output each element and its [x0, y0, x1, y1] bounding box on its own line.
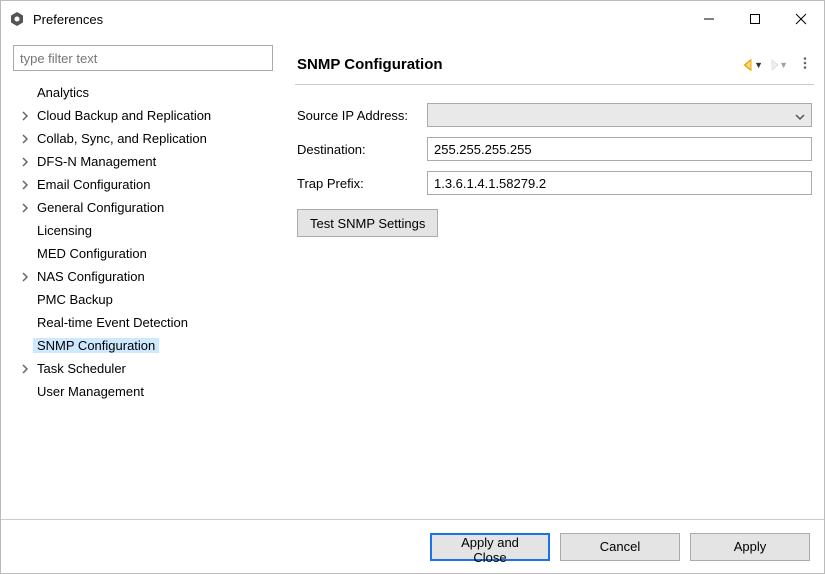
tree-item-label: DFS-N Management — [33, 154, 160, 169]
tree-item-label: MED Configuration — [33, 246, 151, 261]
tree-item-label: Real-time Event Detection — [33, 315, 192, 330]
titlebar: Preferences — [1, 1, 824, 37]
nav-back-button[interactable]: ▼ — [742, 58, 763, 72]
window-title: Preferences — [33, 12, 686, 27]
tree-item-label: Task Scheduler — [33, 361, 130, 376]
filter-input[interactable] — [13, 45, 273, 71]
destination-row: Destination: — [297, 137, 812, 161]
tree-item-label: Collab, Sync, and Replication — [33, 131, 211, 146]
tree-item[interactable]: User Management — [13, 380, 285, 403]
preferences-window: Preferences Analytics Cloud Backup and Re… — [0, 0, 825, 574]
tree-item[interactable]: MED Configuration — [13, 242, 285, 265]
tree-item[interactable]: Collab, Sync, and Replication — [13, 127, 285, 150]
minimize-button[interactable] — [686, 1, 732, 37]
test-snmp-button[interactable]: Test SNMP Settings — [297, 209, 438, 237]
trap-prefix-label: Trap Prefix: — [297, 176, 427, 191]
tree-item[interactable]: Licensing — [13, 219, 285, 242]
chevron-right-icon[interactable] — [17, 361, 33, 377]
chevron-right-icon[interactable] — [17, 269, 33, 285]
source-ip-row: Source IP Address: — [297, 103, 812, 127]
tree-item-label: PMC Backup — [33, 292, 117, 307]
chevron-right-icon[interactable] — [17, 108, 33, 124]
source-ip-label: Source IP Address: — [297, 108, 427, 123]
source-ip-select[interactable] — [427, 103, 812, 127]
dropdown-caret-icon: ▼ — [779, 60, 788, 70]
tree-item[interactable]: DFS-N Management — [13, 150, 285, 173]
tree-item-label: NAS Configuration — [33, 269, 149, 284]
window-controls — [686, 1, 824, 37]
chevron-right-icon[interactable] — [17, 177, 33, 193]
apply-button[interactable]: Apply — [690, 533, 810, 561]
tree-item-label: Licensing — [33, 223, 96, 238]
destination-label: Destination: — [297, 142, 427, 157]
preferences-tree: Analytics Cloud Backup and Replication Col… — [9, 81, 285, 403]
apply-and-close-button[interactable]: Apply and Close — [430, 533, 550, 561]
tree-item[interactable]: Analytics — [13, 81, 285, 104]
tree-item[interactable]: Task Scheduler — [13, 357, 285, 380]
tree-item-label: General Configuration — [33, 200, 168, 215]
app-icon — [9, 11, 25, 27]
maximize-button[interactable] — [732, 1, 778, 37]
tree-item[interactable]: Real-time Event Detection — [13, 311, 285, 334]
tree-item-label: SNMP Configuration — [33, 338, 159, 353]
main-panel: SNMP Configuration ▼ ▼ — [285, 37, 824, 519]
snmp-form: Source IP Address: Destination: — [295, 85, 814, 237]
tree-item[interactable]: NAS Configuration — [13, 265, 285, 288]
page-title: SNMP Configuration — [297, 56, 742, 73]
tree-item-label: Cloud Backup and Replication — [33, 108, 215, 123]
tree-item[interactable]: Cloud Backup and Replication — [13, 104, 285, 127]
close-button[interactable] — [778, 1, 824, 37]
kebab-menu-icon — [798, 56, 812, 70]
main-header: SNMP Configuration ▼ ▼ — [295, 45, 814, 85]
tree-item-label: User Management — [33, 384, 148, 399]
tree-item[interactable]: General Configuration — [13, 196, 285, 219]
chevron-down-icon — [795, 110, 805, 125]
sidebar: Analytics Cloud Backup and Replication Col… — [1, 37, 285, 519]
cancel-button[interactable]: Cancel — [560, 533, 680, 561]
footer: Apply and Close Cancel Apply — [1, 519, 824, 573]
chevron-right-icon[interactable] — [17, 131, 33, 147]
tree-item[interactable]: SNMP Configuration — [13, 334, 285, 357]
chevron-right-icon[interactable] — [17, 154, 33, 170]
content-area: Analytics Cloud Backup and Replication Col… — [1, 37, 824, 519]
nav-icons: ▼ ▼ — [742, 56, 812, 73]
nav-forward-button[interactable]: ▼ — [767, 58, 788, 72]
tree-item[interactable]: Email Configuration — [13, 173, 285, 196]
view-menu-button[interactable] — [792, 56, 812, 73]
dropdown-caret-icon: ▼ — [754, 60, 763, 70]
tree-item-label: Analytics — [33, 85, 93, 100]
tree-item-label: Email Configuration — [33, 177, 154, 192]
tree-item[interactable]: PMC Backup — [13, 288, 285, 311]
trap-prefix-input[interactable] — [427, 171, 812, 195]
trap-prefix-row: Trap Prefix: — [297, 171, 812, 195]
destination-input[interactable] — [427, 137, 812, 161]
chevron-right-icon[interactable] — [17, 200, 33, 216]
